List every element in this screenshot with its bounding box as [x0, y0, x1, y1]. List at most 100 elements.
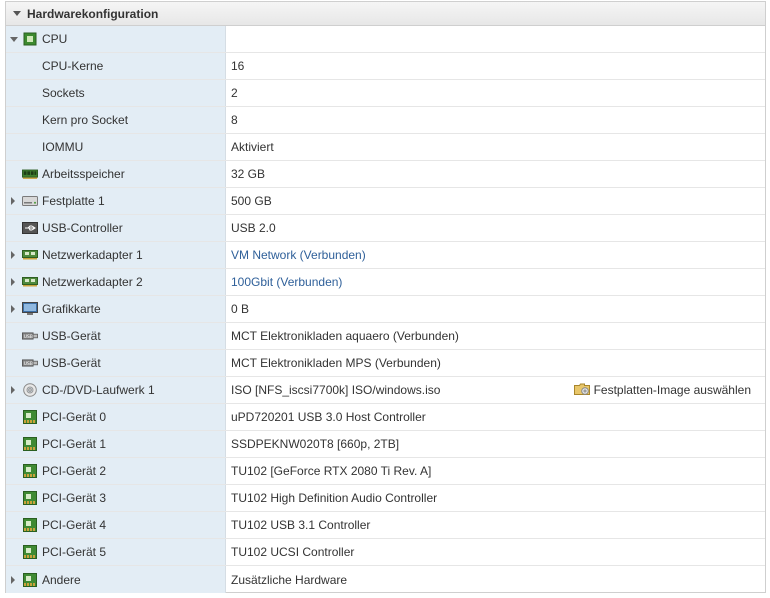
cd-dvd-icon [22, 383, 38, 397]
row-value: USB 2.0 [231, 221, 276, 235]
hardware-row[interactable]: Andere Zusätzliche Hardware [6, 566, 765, 593]
row-label-cell: PCI-Gerät 1 [6, 431, 226, 457]
collapsed-arrow-icon[interactable] [11, 305, 15, 313]
hardware-row[interactable]: Festplatte 1 500 GB [6, 188, 765, 215]
pci-device-icon [22, 464, 38, 478]
hardware-configuration-panel: Hardwarekonfiguration CPU CPU-Kerne 16 Sock… [5, 1, 766, 593]
hardware-row[interactable]: PCI-Gerät 5 TU102 UCSI Controller [6, 539, 765, 566]
row-value-cell: TU102 UCSI Controller [226, 539, 765, 565]
row-label-cell: CPU-Kerne [6, 53, 226, 79]
row-value-cell: USB 2.0 [226, 215, 765, 241]
select-disk-image-label: Festplatten-Image auswählen [593, 383, 751, 397]
row-value-cell [226, 26, 765, 52]
row-label-cell: Festplatte 1 [6, 188, 226, 214]
row-label-cell: PCI-Gerät 2 [6, 458, 226, 484]
row-label-cell: Grafikkarte [6, 296, 226, 322]
hardware-row[interactable]: CD-/DVD-Laufwerk 1 ISO [NFS_iscsi7700k] I… [6, 377, 765, 404]
row-value: 2 [231, 86, 238, 100]
row-value-cell: Zusätzliche Hardware [226, 566, 765, 593]
row-value: MCT Elektronikladen MPS (Verbunden) [231, 356, 441, 370]
collapsed-arrow-icon[interactable] [11, 386, 15, 394]
row-value-cell: 2 [226, 80, 765, 106]
pci-device-icon [22, 518, 38, 532]
row-label-cell: Arbeitsspeicher [6, 161, 226, 187]
expanded-arrow-icon[interactable] [10, 36, 18, 42]
hardware-row[interactable]: CPU [6, 26, 765, 53]
row-label: Netzwerkadapter 2 [42, 275, 143, 289]
hardware-row[interactable]: Kern pro Socket 8 [6, 107, 765, 134]
row-value-link[interactable]: VM Network (Verbunden) [231, 248, 366, 262]
collapsed-arrow-icon[interactable] [11, 278, 15, 286]
row-label-cell: CD-/DVD-Laufwerk 1 [6, 377, 226, 403]
row-value-cell: Aktiviert [226, 134, 765, 160]
collapsed-arrow-icon[interactable] [11, 197, 15, 205]
row-value-link[interactable]: 100Gbit (Verbunden) [231, 275, 342, 289]
row-label-cell: Sockets [6, 80, 226, 106]
row-label: Netzwerkadapter 1 [42, 248, 143, 262]
hardware-row[interactable]: PCI-Gerät 4 TU102 USB 3.1 Controller [6, 512, 765, 539]
hardware-row[interactable]: Sockets 2 [6, 80, 765, 107]
select-disk-image-button[interactable]: Festplatten-Image auswählen [573, 382, 751, 399]
row-label: PCI-Gerät 3 [42, 491, 107, 505]
row-value-cell: 0 B [226, 296, 765, 322]
row-value: SSDPEKNW020T8 [660p, 2TB] [231, 437, 400, 451]
hardware-row[interactable]: PCI-Gerät 3 TU102 High Definition Audio C… [6, 485, 765, 512]
hardware-row[interactable]: Grafikkarte 0 B [6, 296, 765, 323]
row-value-cell: 8 [226, 107, 765, 133]
hardware-row[interactable]: USB-Controller USB 2.0 [6, 215, 765, 242]
collapse-caret-icon[interactable] [13, 11, 21, 16]
row-value: MCT Elektronikladen aquaero (Verbunden) [231, 329, 459, 343]
row-label: IOMMU [42, 140, 84, 154]
usb-device-icon: USB [22, 329, 38, 343]
row-label-cell: PCI-Gerät 3 [6, 485, 226, 511]
hardware-row[interactable]: Arbeitsspeicher 32 GB [6, 161, 765, 188]
row-label: PCI-Gerät 4 [42, 518, 107, 532]
row-value: 500 GB [231, 194, 272, 208]
row-label-cell: USB USB-Gerät [6, 323, 226, 349]
row-value: uPD720201 USB 3.0 Host Controller [231, 410, 426, 424]
row-value: 8 [231, 113, 238, 127]
row-value: ISO [NFS_iscsi7700k] ISO/windows.iso [231, 383, 441, 397]
row-label: PCI-Gerät 2 [42, 464, 107, 478]
pci-device-icon [22, 437, 38, 451]
hardware-row[interactable]: IOMMU Aktiviert [6, 134, 765, 161]
harddisk-icon [22, 194, 38, 208]
network-adapter-icon [22, 275, 38, 289]
pci-device-icon [22, 491, 38, 505]
hardware-row[interactable]: PCI-Gerät 1 SSDPEKNW020T8 [660p, 2TB] [6, 431, 765, 458]
collapsed-arrow-icon[interactable] [11, 251, 15, 259]
row-label: PCI-Gerät 5 [42, 545, 107, 559]
row-label: Sockets [42, 86, 85, 100]
row-value-cell: TU102 [GeForce RTX 2080 Ti Rev. A] [226, 458, 765, 484]
row-label-cell: PCI-Gerät 4 [6, 512, 226, 538]
row-value-cell: VM Network (Verbunden) [226, 242, 765, 268]
cpu-icon [22, 32, 38, 46]
hardware-row[interactable]: Netzwerkadapter 1 VM Network (Verbunden) [6, 242, 765, 269]
row-value-cell: MCT Elektronikladen MPS (Verbunden) [226, 350, 765, 376]
row-value-cell: 32 GB [226, 161, 765, 187]
panel-header[interactable]: Hardwarekonfiguration [6, 2, 765, 26]
folder-disc-icon [573, 382, 590, 399]
row-label: PCI-Gerät 1 [42, 437, 107, 451]
hardware-row[interactable]: USB USB-Gerät MCT Elektronikladen MPS (Ver… [6, 350, 765, 377]
row-value-cell: MCT Elektronikladen aquaero (Verbunden) [226, 323, 765, 349]
hardware-row[interactable]: PCI-Gerät 0 uPD720201 USB 3.0 Host Contro… [6, 404, 765, 431]
hardware-row[interactable]: PCI-Gerät 2 TU102 [GeForce RTX 2080 Ti Re… [6, 458, 765, 485]
hardware-row[interactable]: CPU-Kerne 16 [6, 53, 765, 80]
hardware-list: CPU CPU-Kerne 16 Sockets 2 Kern pro Socket 8 IO… [6, 26, 765, 593]
row-value: Aktiviert [231, 140, 274, 154]
row-label-cell: Netzwerkadapter 2 [6, 269, 226, 295]
hardware-row[interactable]: Netzwerkadapter 2 100Gbit (Verbunden) [6, 269, 765, 296]
collapsed-arrow-icon[interactable] [11, 575, 15, 584]
row-value: 32 GB [231, 167, 266, 181]
pci-device-icon [22, 545, 38, 559]
row-label: Arbeitsspeicher [42, 167, 125, 181]
panel-title: Hardwarekonfiguration [27, 6, 159, 21]
row-label: CPU-Kerne [42, 59, 104, 73]
row-label: USB-Gerät [42, 356, 101, 370]
row-value-cell: ISO [NFS_iscsi7700k] ISO/windows.iso Fest… [226, 377, 765, 403]
pci-device-icon [22, 410, 38, 424]
row-label-cell: Andere [6, 566, 226, 593]
hardware-row[interactable]: USB USB-Gerät MCT Elektronikladen aquaero … [6, 323, 765, 350]
row-label: CD-/DVD-Laufwerk 1 [42, 383, 155, 397]
